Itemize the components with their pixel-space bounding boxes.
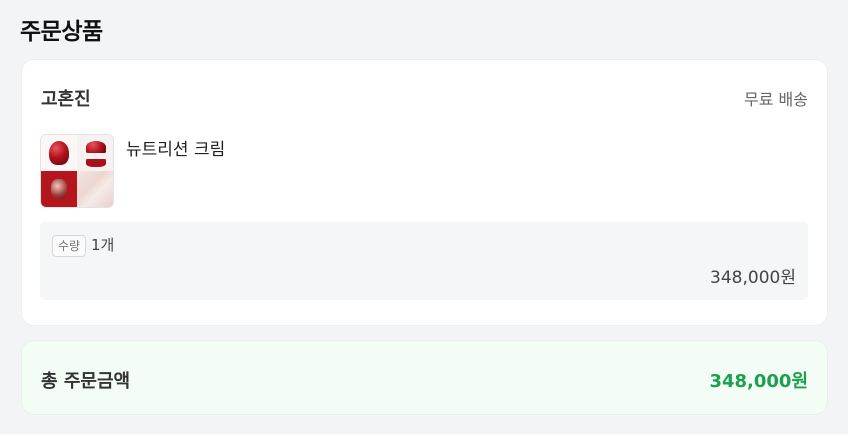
- quantity-price-box: 수량 1개 348,000원: [40, 222, 808, 300]
- order-total-card: 총 주문금액 348,000원: [22, 341, 827, 414]
- total-label: 총 주문금액: [41, 371, 131, 392]
- cream-jar-base-image: [86, 159, 106, 167]
- thumbnail-tile-4: [77, 171, 113, 207]
- quantity-value: 1개: [91, 236, 115, 254]
- product-name[interactable]: 뉴트리션 크림: [126, 135, 225, 160]
- cream-jar-image: [49, 141, 69, 165]
- cream-texture-image: [51, 179, 67, 199]
- line-item-price: 348,000원: [710, 268, 796, 288]
- marble-texture-image: [77, 171, 113, 207]
- quantity-badge: 수량: [52, 235, 87, 257]
- thumbnail-tile-2: [77, 135, 113, 171]
- order-item-card: 고혼진 무료 배송 뉴트리션 크림 수량 1개 348,000원: [22, 60, 827, 325]
- shipping-label: 무료 배송: [744, 90, 808, 109]
- cream-jar-lid-image: [86, 141, 106, 153]
- seller-name[interactable]: 고혼진: [41, 85, 91, 111]
- product-thumbnail[interactable]: [40, 134, 114, 208]
- thumbnail-tile-3: [41, 171, 77, 207]
- thumbnail-tile-1: [41, 135, 77, 171]
- order-items-section-title: 주문상품: [20, 19, 103, 45]
- total-value: 348,000원: [709, 371, 808, 392]
